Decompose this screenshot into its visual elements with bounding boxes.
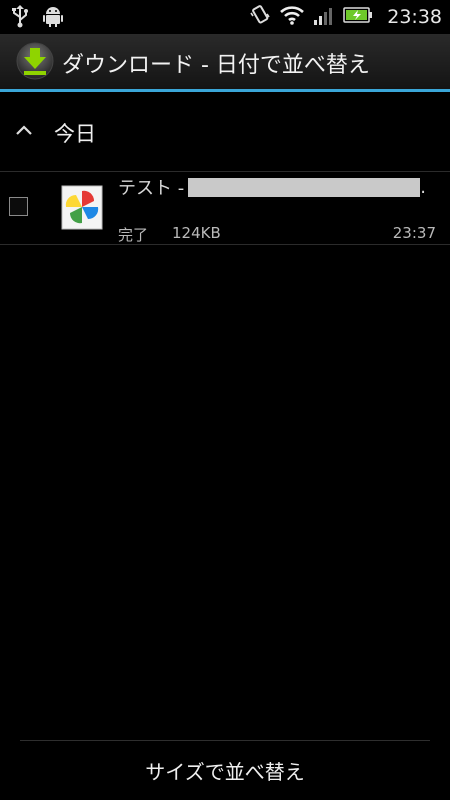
status-bar: 23:38 [0, 0, 450, 34]
wifi-icon [279, 4, 305, 30]
download-item-size: 124KB [172, 224, 221, 242]
battery-charging-icon [343, 6, 373, 28]
chevron-up-icon[interactable] [14, 120, 34, 140]
download-item-checkbox[interactable] [9, 197, 28, 216]
group-label: 今日 [54, 122, 96, 146]
pinwheel-image-icon [61, 184, 103, 230]
download-item-name: テスト - . [118, 175, 426, 200]
title-accent-line [0, 89, 450, 92]
vibrate-icon [249, 4, 271, 30]
page-title: ダウンロード - 日付で並べ替え [62, 53, 370, 78]
redacted-filename [188, 177, 421, 197]
download-icon [16, 42, 54, 80]
download-item-name-suffix: . [420, 176, 426, 198]
item-divider [0, 244, 450, 245]
download-item-status: 完了 [118, 226, 149, 244]
sort-by-size-button[interactable]: サイズで並べ替え [0, 741, 450, 800]
download-item-name-prefix: テスト - [118, 178, 185, 199]
signal-icon [313, 4, 335, 30]
usb-icon [10, 4, 30, 32]
download-item-time: 23:37 [392, 224, 436, 242]
status-time: 23:38 [387, 6, 442, 28]
android-debug-icon [42, 4, 64, 32]
